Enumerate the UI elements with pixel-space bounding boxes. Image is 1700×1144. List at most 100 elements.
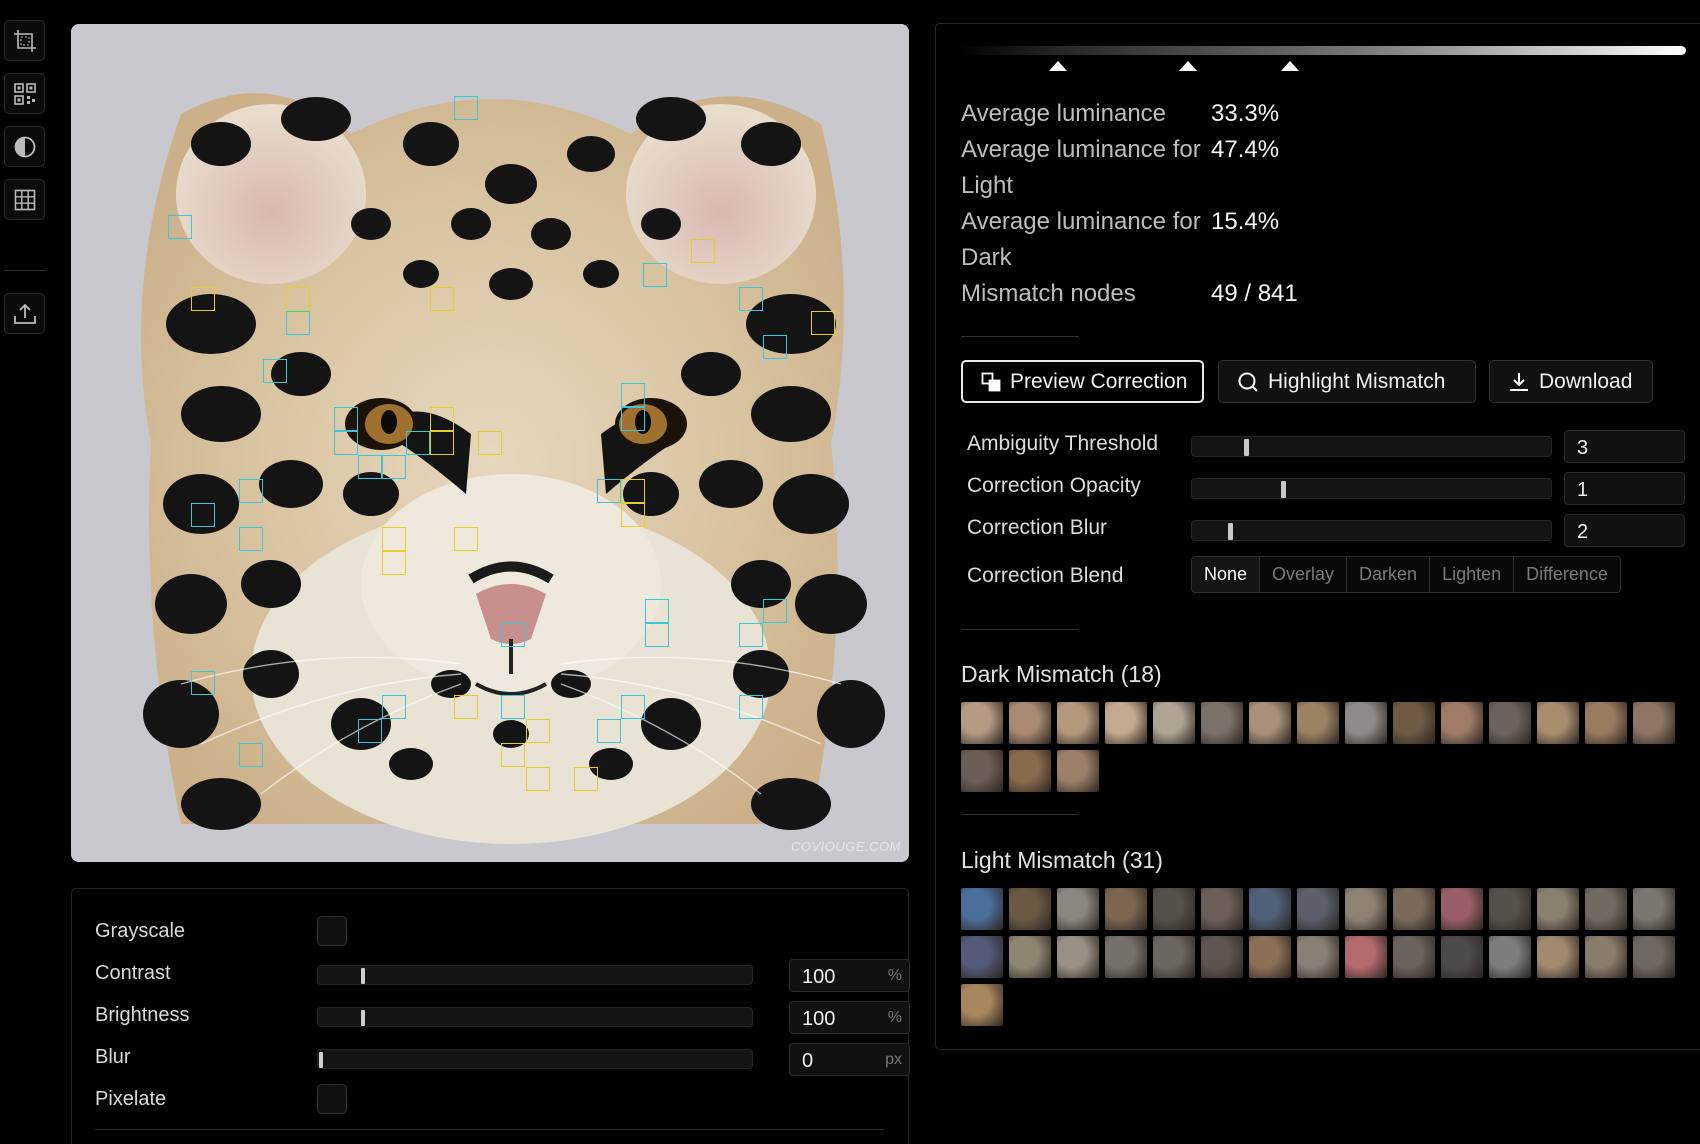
dark-mismatch-node[interactable] (691, 239, 715, 263)
light-average-marker[interactable] (1281, 61, 1299, 71)
blend-option-difference[interactable]: Difference (1514, 557, 1620, 592)
blur-slider[interactable] (317, 1049, 753, 1069)
dark-mismatch-node[interactable] (811, 311, 835, 335)
light-mismatch-node[interactable] (406, 431, 430, 455)
ambiguity-threshold-slider[interactable] (1191, 436, 1552, 457)
blur-slider-thumb[interactable] (319, 1052, 323, 1068)
light-mismatch-node[interactable] (501, 623, 525, 647)
dark-mismatch-node[interactable] (478, 431, 502, 455)
brightness-slider-thumb[interactable] (361, 1010, 365, 1026)
light-mismatch-node[interactable] (621, 407, 645, 431)
light-mismatch-node[interactable] (168, 215, 192, 239)
blend-option-overlay[interactable]: Overlay (1260, 557, 1348, 592)
light-mismatch-thumbnail[interactable] (1249, 888, 1291, 930)
light-mismatch-node[interactable] (382, 695, 406, 719)
light-mismatch-thumbnail[interactable] (1153, 936, 1195, 978)
light-mismatch-thumbnail[interactable] (1633, 936, 1675, 978)
light-mismatch-node[interactable] (645, 623, 669, 647)
correction-opacity-slider[interactable] (1191, 478, 1552, 499)
preview-correction-button[interactable]: Preview Correction (961, 360, 1204, 403)
light-mismatch-thumbnail[interactable] (961, 984, 1003, 1026)
dark-mismatch-thumbnail[interactable] (1345, 702, 1387, 744)
dark-mismatch-node[interactable] (574, 767, 598, 791)
download-button[interactable]: Download (1489, 360, 1653, 403)
light-mismatch-node[interactable] (621, 383, 645, 407)
light-mismatch-node[interactable] (763, 599, 787, 623)
light-mismatch-node[interactable] (191, 671, 215, 695)
blend-option-lighten[interactable]: Lighten (1430, 557, 1515, 592)
dark-mismatch-thumbnail[interactable] (1441, 702, 1483, 744)
light-mismatch-thumbnail[interactable] (1297, 936, 1339, 978)
light-mismatch-thumbnail[interactable] (1345, 936, 1387, 978)
light-mismatch-thumbnail[interactable] (1537, 888, 1579, 930)
light-mismatch-thumbnail[interactable] (1249, 936, 1291, 978)
grid-tool-button[interactable] (4, 179, 45, 220)
light-mismatch-thumbnail[interactable] (1441, 888, 1483, 930)
dark-mismatch-node[interactable] (430, 287, 454, 311)
light-mismatch-node[interactable] (643, 263, 667, 287)
dark-mismatch-thumbnail[interactable] (1009, 750, 1051, 792)
dark-mismatch-thumbnail[interactable] (961, 702, 1003, 744)
dark-mismatch-node[interactable] (621, 503, 645, 527)
blend-option-darken[interactable]: Darken (1347, 557, 1431, 592)
light-mismatch-thumbnail[interactable] (1489, 888, 1531, 930)
light-mismatch-node[interactable] (191, 503, 215, 527)
light-mismatch-thumbnail[interactable] (1537, 936, 1579, 978)
light-mismatch-thumbnail[interactable] (1393, 936, 1435, 978)
light-mismatch-thumbnail[interactable] (1201, 936, 1243, 978)
light-mismatch-thumbnail[interactable] (1201, 888, 1243, 930)
qr-tool-button[interactable] (4, 73, 45, 114)
contrast-tool-button[interactable] (4, 126, 45, 167)
overall-average-marker[interactable] (1179, 61, 1197, 71)
dark-mismatch-thumbnail[interactable] (1009, 702, 1051, 744)
correction-blur-input[interactable]: 2 (1564, 514, 1685, 547)
contrast-input[interactable]: 100 % (789, 959, 910, 992)
light-mismatch-node[interactable] (263, 359, 287, 383)
ambiguity-threshold-thumb[interactable] (1244, 439, 1249, 456)
light-mismatch-thumbnail[interactable] (1297, 888, 1339, 930)
light-mismatch-thumbnail[interactable] (1057, 888, 1099, 930)
light-mismatch-node[interactable] (597, 479, 621, 503)
ambiguity-threshold-input[interactable]: 3 (1564, 430, 1685, 463)
light-mismatch-thumbnail[interactable] (1009, 936, 1051, 978)
light-mismatch-thumbnail[interactable] (1441, 936, 1483, 978)
light-mismatch-node[interactable] (739, 287, 763, 311)
light-mismatch-node[interactable] (334, 407, 358, 431)
light-mismatch-node[interactable] (239, 527, 263, 551)
dark-mismatch-thumbnail[interactable] (1057, 750, 1099, 792)
light-mismatch-thumbnail[interactable] (1057, 936, 1099, 978)
light-mismatch-thumbnail[interactable] (961, 888, 1003, 930)
light-mismatch-node[interactable] (501, 695, 525, 719)
dark-mismatch-thumbnail[interactable] (1633, 702, 1675, 744)
light-mismatch-node[interactable] (645, 599, 669, 623)
correction-opacity-input[interactable]: 1 (1564, 472, 1685, 505)
light-mismatch-node[interactable] (739, 623, 763, 647)
light-mismatch-node[interactable] (358, 719, 382, 743)
dark-mismatch-node[interactable] (526, 719, 550, 743)
light-mismatch-thumbnail[interactable] (1489, 936, 1531, 978)
correction-opacity-thumb[interactable] (1281, 481, 1286, 498)
dark-mismatch-thumbnail[interactable] (1153, 702, 1195, 744)
light-mismatch-thumbnail[interactable] (1009, 888, 1051, 930)
light-mismatch-node[interactable] (239, 743, 263, 767)
dark-mismatch-thumbnail[interactable] (1201, 702, 1243, 744)
contrast-slider-thumb[interactable] (361, 968, 365, 984)
light-mismatch-node[interactable] (334, 431, 358, 455)
dark-mismatch-node[interactable] (621, 479, 645, 503)
light-mismatch-thumbnail[interactable] (1393, 888, 1435, 930)
light-mismatch-node[interactable] (239, 479, 263, 503)
light-mismatch-node[interactable] (286, 311, 310, 335)
light-mismatch-thumbnail[interactable] (961, 936, 1003, 978)
dark-mismatch-thumbnail[interactable] (1297, 702, 1339, 744)
light-mismatch-thumbnail[interactable] (1633, 888, 1675, 930)
dark-mismatch-node[interactable] (526, 767, 550, 791)
blend-option-none[interactable]: None (1192, 557, 1261, 592)
light-mismatch-thumbnail[interactable] (1105, 888, 1147, 930)
dark-mismatch-node[interactable] (501, 743, 525, 767)
light-mismatch-node[interactable] (358, 455, 382, 479)
crop-tool-button[interactable] (4, 20, 45, 61)
dark-mismatch-thumbnail[interactable] (1393, 702, 1435, 744)
light-mismatch-thumbnail[interactable] (1105, 936, 1147, 978)
image-canvas[interactable]: COVIOUGE.COM (71, 24, 909, 862)
dark-mismatch-node[interactable] (382, 551, 406, 575)
